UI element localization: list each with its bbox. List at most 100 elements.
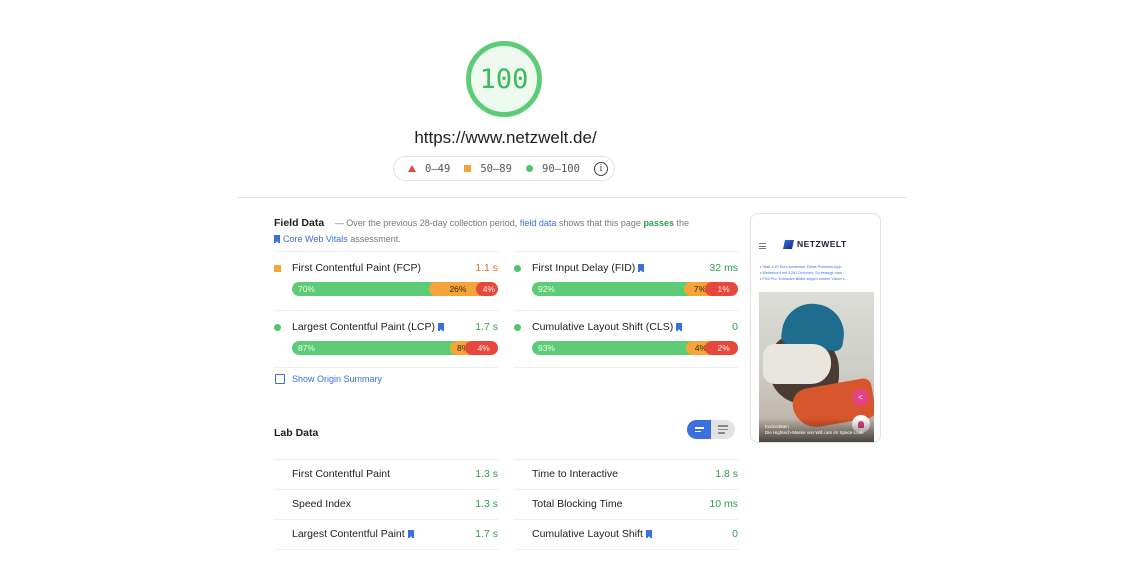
- lab-metric-tbt: Total Blocking Time 10 ms: [514, 489, 738, 519]
- divider: [514, 367, 738, 368]
- divider: [274, 489, 498, 490]
- bar-view-icon: [694, 427, 704, 432]
- caption-title: Die Hightech-Maske von Will.i.am im Spac…: [765, 430, 864, 435]
- lab-metric-tti: Time to Interactive 1.8 s: [514, 459, 738, 489]
- distribution-bar: 87% 8% 4%: [292, 341, 498, 355]
- legend-label: 0–49: [425, 162, 451, 175]
- site-logo: NETZWELT: [783, 239, 847, 249]
- share-icon: <: [852, 389, 869, 406]
- distribution-bar: 93% 4% 2%: [532, 341, 738, 355]
- bookmark-icon: [676, 323, 683, 332]
- good-segment: 93%: [532, 341, 693, 355]
- field-data-description: assessment.: [350, 234, 401, 244]
- bookmark-icon: [438, 323, 444, 332]
- page-url: https://www.netzwelt.de/: [414, 128, 597, 147]
- lab-metric-cls: Cumulative Layout Shift 0: [514, 519, 738, 549]
- circle-icon: [514, 264, 521, 272]
- field-data-description: the: [676, 218, 689, 228]
- good-segment: 92%: [532, 282, 691, 296]
- metric-name: Largest Contentful Paint (LCP): [292, 321, 435, 333]
- lab-metric-speed-index: Speed Index 1.3 s: [274, 489, 498, 519]
- metric-value: 0: [732, 321, 738, 333]
- metric-name: Time to Interactive: [532, 468, 618, 480]
- field-data-header: Field Data — Over the previous 28-day co…: [274, 215, 724, 247]
- bookmark-icon: [274, 235, 280, 244]
- divider: [274, 310, 498, 311]
- distribution-bar: 92% 7% 1%: [532, 282, 738, 296]
- field-metric-fcp[interactable]: First Contentful Paint (FCP) 1.1 s 70% 2…: [274, 251, 498, 301]
- good-segment: 70%: [292, 282, 437, 296]
- news-list: Statt 4,19 Euro kostenlos: Diese Premium…: [760, 264, 878, 282]
- circle-icon: [526, 165, 533, 172]
- square-icon: [464, 165, 472, 172]
- good-segment: 87%: [292, 341, 457, 355]
- performance-score-gauge: 100: [466, 41, 542, 117]
- logo-icon: [783, 239, 794, 249]
- divider: [514, 459, 738, 460]
- distribution-bar: 70% 26% 4%: [292, 282, 498, 296]
- divider: [237, 197, 907, 198]
- poor-segment: 1%: [705, 282, 738, 296]
- square-icon: [274, 264, 281, 272]
- metric-value: 0: [732, 528, 738, 540]
- divider: [274, 367, 498, 368]
- divider: [514, 549, 738, 550]
- core-web-vitals-link[interactable]: Core Web Vitals: [283, 234, 348, 244]
- field-data-description: shows that this page: [558, 218, 641, 228]
- divider: [274, 459, 498, 460]
- metric-value: 1.1 s: [475, 262, 498, 274]
- field-metric-cls[interactable]: Cumulative Layout Shift (CLS) 0 93% 4% 2…: [514, 310, 738, 360]
- assessment-status: passes: [643, 218, 674, 228]
- field-data-link[interactable]: field data: [520, 218, 557, 228]
- lab-data-title: Lab Data: [274, 427, 319, 439]
- lab-metric-lcp: Largest Contentful Paint 1.7 s: [274, 519, 498, 549]
- metric-value: 10 ms: [709, 498, 738, 510]
- legend-item-fail: 0–49: [408, 163, 450, 175]
- bookmark-icon: [407, 530, 414, 539]
- circle-icon: [514, 323, 521, 331]
- lab-metric-fcp: First Contentful Paint 1.3 s: [274, 459, 498, 489]
- performance-score: 100: [479, 63, 529, 95]
- field-data-description: — Over the previous 28-day collection pe…: [334, 218, 518, 228]
- poor-segment: 2%: [705, 341, 738, 355]
- metric-name: Total Blocking Time: [532, 498, 623, 510]
- metric-value: 1.3 s: [475, 498, 498, 510]
- bar-view-button[interactable]: [687, 420, 711, 439]
- divider: [514, 310, 738, 311]
- divider: [274, 251, 498, 252]
- field-data-title: Field Data: [274, 217, 325, 229]
- divider: [274, 549, 498, 550]
- info-icon[interactable]: i: [593, 161, 608, 176]
- view-toggle[interactable]: [687, 420, 735, 439]
- origin-summary-label[interactable]: Show Origin Summary: [292, 374, 382, 384]
- origin-summary-checkbox[interactable]: [275, 374, 285, 384]
- poor-segment: 4%: [475, 282, 498, 296]
- circle-icon: [274, 323, 281, 331]
- needs-improvement-segment: 26%: [429, 282, 483, 296]
- show-origin-summary-toggle[interactable]: Show Origin Summary: [275, 374, 382, 384]
- legend-label: 50–89: [480, 162, 512, 175]
- divider: [274, 519, 498, 520]
- legend-item-pass: 90–100: [526, 163, 580, 175]
- legend-item-average: 50–89: [464, 163, 512, 175]
- hero-caption: Kuriositäten Die Hightech-Maske von Will…: [759, 418, 874, 442]
- metric-name: Speed Index: [292, 498, 351, 510]
- hero-image: < Kuriositäten Die Hightech-Maske von Wi…: [759, 292, 874, 442]
- list-view-button[interactable]: [711, 420, 735, 439]
- divider: [514, 489, 738, 490]
- legend-label: 90–100: [542, 162, 580, 175]
- divider: [514, 251, 738, 252]
- score-legend: 0–49 50–89 90–100 i: [393, 156, 615, 181]
- field-metric-lcp[interactable]: Largest Contentful Paint (LCP) 1.7 s 87%…: [274, 310, 498, 360]
- poor-segment: 4%: [465, 341, 498, 355]
- field-metric-fid[interactable]: First Input Delay (FID) 32 ms 92% 7% 1%: [514, 251, 738, 301]
- triangle-icon: [408, 165, 416, 172]
- metric-value: 1.7 s: [475, 321, 498, 333]
- metric-name: Cumulative Layout Shift (CLS): [532, 321, 674, 333]
- metric-name: Cumulative Layout Shift: [532, 528, 643, 540]
- metric-value: 1.7 s: [475, 528, 498, 540]
- metric-name: First Contentful Paint (FCP): [292, 262, 421, 274]
- metric-value: 1.8 s: [715, 468, 738, 480]
- metric-name: First Contentful Paint: [292, 468, 391, 480]
- metric-value: 32 ms: [709, 262, 738, 274]
